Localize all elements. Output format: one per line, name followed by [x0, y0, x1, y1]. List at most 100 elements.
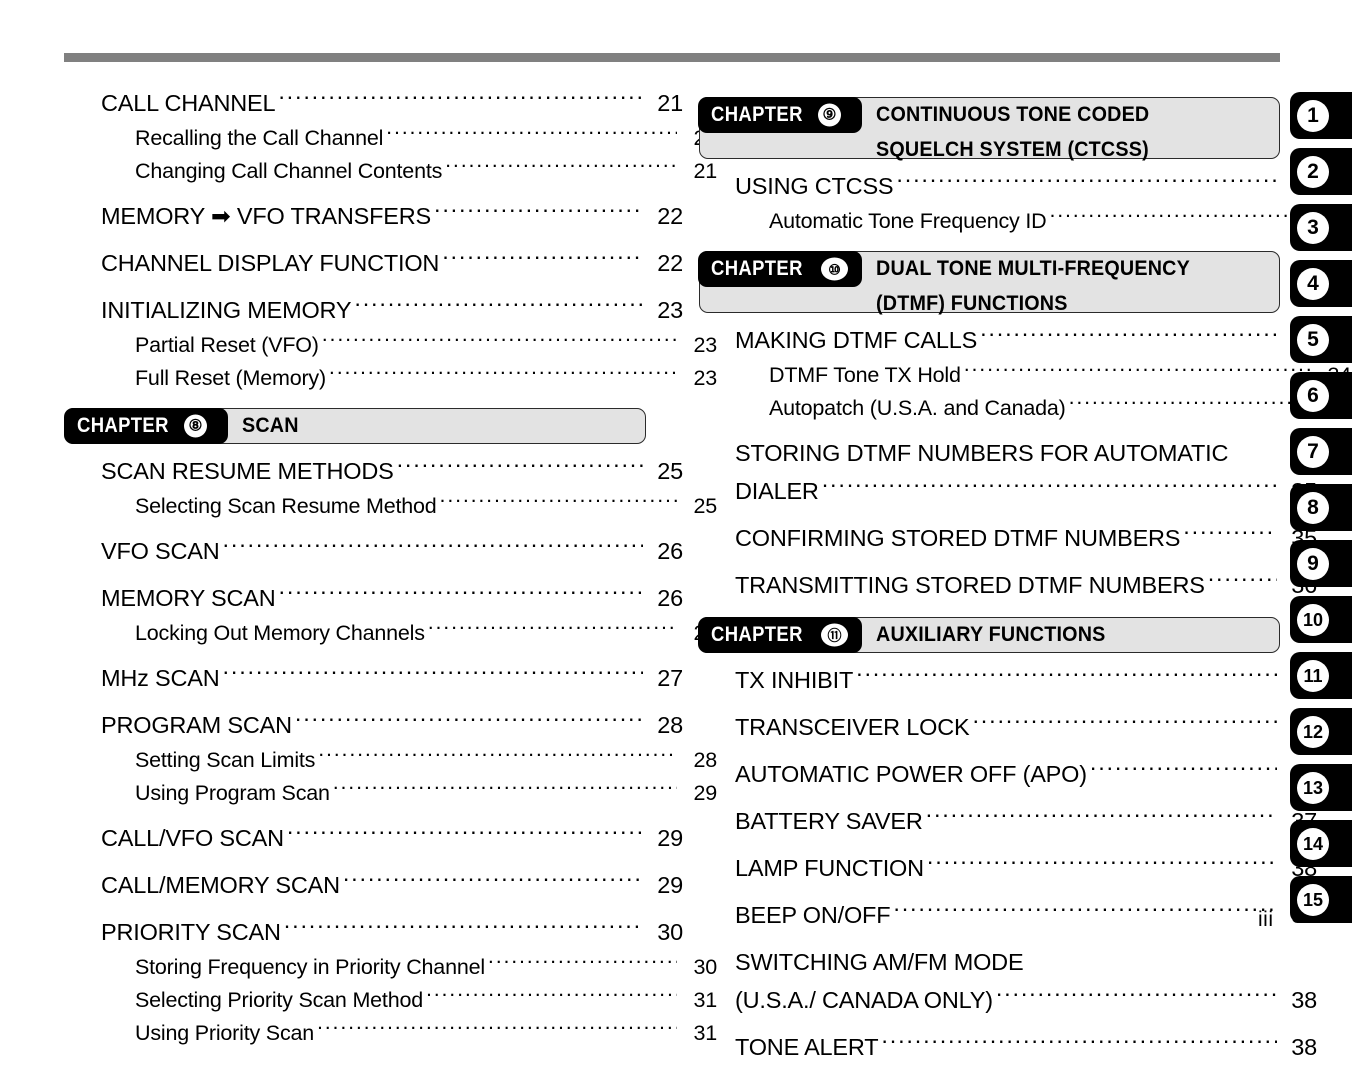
chapter-title: SCAN [242, 408, 636, 443]
chapter-tab[interactable]: 10 [1290, 596, 1352, 643]
toc-entry-sub[interactable]: DTMF Tone TX Hold34 [698, 359, 1351, 392]
chapter-tab[interactable]: 15 [1290, 876, 1352, 923]
toc-entry-main[interactable]: CALL/MEMORY SCAN 29 [64, 866, 683, 904]
toc-entry-main[interactable]: VFO SCAN 26 [64, 532, 683, 570]
toc-entry-title: Setting Scan Limits [135, 748, 316, 772]
toc-entry-page: 22 [657, 203, 683, 229]
chapter-banner: CHAPTER ⑩ DUAL TONE MULTI-FREQUENCY (DTMF) … [698, 251, 1280, 315]
toc-entry-title: MAKING DTMF CALLS [735, 327, 978, 353]
chapter-tab-number: 15 [1297, 883, 1329, 916]
chapter-tab-number: 14 [1297, 827, 1329, 860]
chapter-tag-label: CHAPTER [77, 414, 169, 437]
toc-entry-sub[interactable]: Changing Call Channel Contents21 [64, 155, 717, 188]
chapter-tab[interactable]: 13 [1290, 764, 1352, 811]
toc-entry-sub[interactable]: Using Priority Scan31 [64, 1017, 717, 1050]
toc-entry-main[interactable]: MAKING DTMF CALLS34 [698, 321, 1317, 359]
toc-entry-main[interactable]: TONE ALERT 38 [698, 1028, 1317, 1066]
toc-entry-main[interactable]: SWITCHING AM/FM MODE (U.S.A./ CANADA ONLY… [698, 943, 1317, 1019]
toc-entry-main[interactable]: SCAN RESUME METHODS 25 [64, 452, 683, 490]
toc-dot-leader [223, 663, 643, 687]
toc-entry-sub[interactable]: Setting Scan Limits28 [64, 744, 717, 777]
toc-entry-page: 29 [657, 825, 683, 851]
toc-entry-title: PROGRAM SCAN [101, 712, 292, 738]
toc-entry-sub[interactable]: Automatic Tone Frequency ID33 [698, 205, 1351, 238]
chapter-tab[interactable]: 14 [1290, 820, 1352, 867]
toc-entry-title-line2-row: (U.S.A./ CANADA ONLY) 38 [735, 981, 1317, 1019]
toc-dot-leader [440, 492, 677, 514]
toc-entry-title-line2: (U.S.A./ CANADA ONLY) [735, 987, 993, 1013]
chapter-tab-number: 13 [1297, 771, 1329, 804]
toc-entry-main[interactable]: TRANSCEIVER LOCK37 [698, 708, 1317, 746]
toc-entry-title: CONFIRMING STORED DTMF NUMBERS [735, 525, 1181, 551]
chapter-tab[interactable]: 6 [1290, 372, 1352, 419]
toc-entry-main[interactable]: USING CTCSS32 [698, 167, 1317, 205]
toc-entry-main[interactable]: STORING DTMF NUMBERS FOR AUTOMATIC DIALER… [698, 434, 1317, 510]
toc-entry-main[interactable]: MEMORY SCAN 26 [64, 579, 683, 617]
toc-dot-leader [278, 88, 643, 112]
toc-entry-sub[interactable]: Storing Frequency in Priority Channel30 [64, 951, 717, 984]
toc-entry-main[interactable]: INITIALIZING MEMORY 23 [64, 291, 683, 329]
chapter-number-badge: ⑩ [821, 257, 848, 281]
chapter-title-line: AUXILIARY FUNCTIONS [876, 623, 1106, 646]
toc-dot-leader [896, 171, 1277, 195]
toc-entry-title: BEEP ON/OFF [735, 902, 891, 928]
toc-entry-title: MEMORY SCAN [101, 585, 276, 611]
chapter-tab[interactable]: 12 [1290, 708, 1352, 755]
toc-entry-sub[interactable]: Recalling the Call Channel21 [64, 122, 717, 155]
toc-entry-title: BATTERY SAVER [735, 808, 923, 834]
toc-entry-main[interactable]: BEEP ON/OFF38 [698, 896, 1317, 934]
toc-entry-sub[interactable]: Autopatch (U.S.A. and Canada)34 [698, 392, 1351, 425]
chapter-tab[interactable]: 7 [1290, 428, 1352, 475]
toc-entry-page: 28 [657, 712, 683, 738]
toc-entry-main[interactable]: CONFIRMING STORED DTMF NUMBERS35 [698, 519, 1317, 557]
toc-entry-page: 38 [1291, 1034, 1317, 1060]
toc-dot-leader [426, 986, 677, 1008]
toc-dot-leader [322, 331, 677, 353]
toc-dot-leader [1183, 523, 1277, 547]
toc-entry-sub[interactable]: Selecting Scan Resume Method25 [64, 490, 717, 523]
toc-entry-sub[interactable]: Selecting Priority Scan Method31 [64, 984, 717, 1017]
toc-entry-main[interactable]: MEMORY ➡ VFO TRANSFERS 22 [64, 197, 683, 235]
toc-entry-main[interactable]: CALL CHANNEL 21 [64, 84, 683, 122]
chapter-tab[interactable]: 11 [1290, 652, 1352, 699]
chapter-tab[interactable]: 4 [1290, 260, 1352, 307]
toc-entry-title: CHANNEL DISPLAY FUNCTION [101, 250, 440, 276]
toc-entry-main[interactable]: PROGRAM SCAN 28 [64, 706, 683, 744]
toc-dot-leader [295, 710, 643, 734]
toc-dot-leader [980, 325, 1277, 349]
toc-entry-title: Using Priority Scan [135, 1021, 315, 1045]
toc-dot-leader [972, 712, 1277, 736]
chapter-tab[interactable]: 1 [1290, 92, 1352, 139]
toc-entry-title: Automatic Tone Frequency ID [769, 209, 1047, 233]
toc-entry-main[interactable]: CALL/VFO SCAN 29 [64, 819, 683, 857]
toc-entry-main[interactable]: PRIORITY SCAN 30 [64, 913, 683, 951]
toc-entry-main[interactable]: BATTERY SAVER37 [698, 802, 1317, 840]
toc-entry-sub[interactable]: Full Reset (Memory)23 [64, 362, 717, 395]
toc-entry-sub[interactable]: Locking Out Memory Channels27 [64, 617, 717, 650]
toc-entry-main[interactable]: LAMP FUNCTION38 [698, 849, 1317, 887]
toc-dot-leader [964, 361, 1311, 383]
chapter-tab[interactable]: 9 [1290, 540, 1352, 587]
toc-entry-main[interactable]: AUTOMATIC POWER OFF (APO)37 [698, 755, 1317, 793]
chapter-tab[interactable]: 5 [1290, 316, 1352, 363]
toc-entry-page: 26 [657, 585, 683, 611]
toc-entry-title: SCAN RESUME METHODS [101, 458, 394, 484]
toc-entry-main[interactable]: MHz SCAN 27 [64, 659, 683, 697]
chapter-tab[interactable]: 2 [1290, 148, 1352, 195]
chapter-tab[interactable]: 8 [1290, 484, 1352, 531]
toc-entry-main[interactable]: CHANNEL DISPLAY FUNCTION 22 [64, 244, 683, 282]
toc-dot-leader [329, 364, 677, 386]
chapter-tag-label: CHAPTER [711, 257, 803, 280]
chapter-tab[interactable]: 3 [1290, 204, 1352, 251]
chapter-tag-label: CHAPTER [711, 103, 803, 126]
toc-entry-sub[interactable]: Using Program Scan29 [64, 777, 717, 810]
chapter-tab-number: 4 [1297, 267, 1329, 300]
toc-entry-main[interactable]: TX INHIBIT37 [698, 661, 1317, 699]
toc-dot-leader [488, 953, 677, 975]
toc-entry-sub[interactable]: Partial Reset (VFO)23 [64, 329, 717, 362]
toc-entry-main[interactable]: TRANSMITTING STORED DTMF NUMBERS36 [698, 566, 1317, 604]
chapter-tab-number: 1 [1297, 99, 1329, 132]
chapter-tag-label: CHAPTER [711, 623, 803, 646]
page-number: iii [1258, 908, 1274, 931]
toc-entry-title: AUTOMATIC POWER OFF (APO) [735, 761, 1087, 787]
